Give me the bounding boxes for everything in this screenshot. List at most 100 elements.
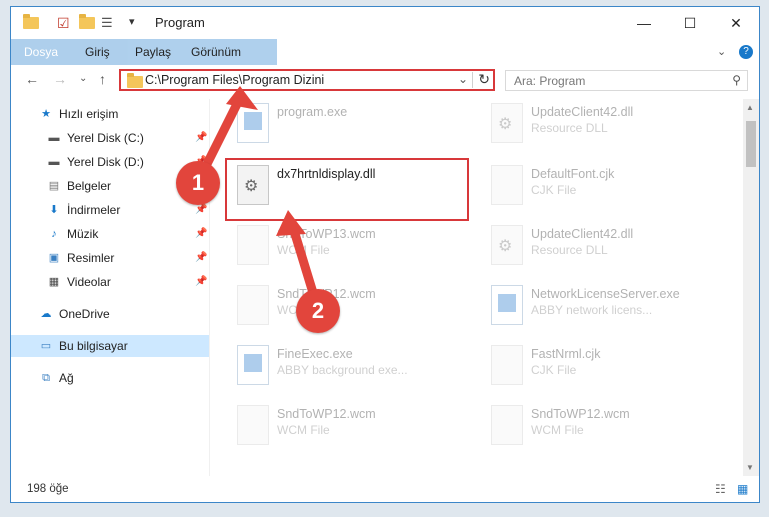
file-type: Resource DLL bbox=[531, 121, 608, 135]
maximize-button[interactable]: ☐ bbox=[667, 7, 713, 39]
list-item[interactable]: FastNrml.cjk CJK File bbox=[483, 341, 723, 391]
list-item[interactable]: DefaultFont.cjk CJK File bbox=[483, 161, 723, 211]
forward-arrow-icon[interactable]: → bbox=[53, 71, 67, 87]
sidebar-item-quick-access[interactable]: ★ Hızlı erişim bbox=[11, 103, 209, 125]
search-box[interactable]: Ara: Program ⚲ bbox=[505, 70, 748, 91]
address-bar[interactable]: C:\Program Files\Program Dizini ⌄ ↻ bbox=[119, 69, 495, 91]
pin-icon[interactable]: 📌 bbox=[195, 127, 207, 149]
file-type: CJK File bbox=[531, 363, 577, 377]
back-arrow-icon[interactable]: ← bbox=[25, 71, 39, 87]
view-options-icon[interactable]: ☰ bbox=[101, 15, 117, 31]
sidebar-item-downloads[interactable]: ⬇ İndirmeler 📌 bbox=[11, 199, 209, 221]
details-view-icon[interactable]: ☷ bbox=[715, 482, 726, 496]
list-item[interactable]: SndToWP13.wcm WCM File bbox=[229, 221, 469, 271]
file-icon bbox=[491, 405, 523, 445]
exe-file-icon bbox=[491, 285, 523, 325]
customize-toolbar-icon[interactable]: ▾ bbox=[129, 15, 145, 31]
properties-icon[interactable]: ☑ bbox=[57, 15, 73, 31]
pin-icon[interactable]: 📌 bbox=[195, 247, 207, 269]
downloads-icon: ⬇ bbox=[49, 204, 59, 216]
help-icon[interactable]: ? bbox=[739, 45, 753, 59]
list-item[interactable]: SndToWP12.wcm WCM File bbox=[229, 401, 469, 451]
file-type: WCM File bbox=[531, 423, 584, 437]
pin-icon[interactable]: 📌 bbox=[195, 271, 207, 293]
new-folder-icon[interactable] bbox=[79, 14, 95, 31]
file-icon bbox=[237, 405, 269, 445]
tab-view[interactable]: Görünüm bbox=[191, 39, 241, 65]
divider bbox=[472, 72, 473, 88]
file-type: CJK File bbox=[531, 183, 577, 197]
file-type: ABBY network licens... bbox=[531, 303, 653, 317]
list-item[interactable]: ⚙ UpdateClient42.dll Resource DLL bbox=[483, 99, 723, 149]
sidebar-item-onedrive[interactable]: ☁ OneDrive bbox=[11, 303, 209, 325]
exe-file-icon bbox=[237, 103, 269, 143]
refresh-icon[interactable]: ↻ bbox=[478, 71, 490, 88]
dll-file-icon: ⚙ bbox=[491, 103, 523, 143]
highlight-box bbox=[225, 158, 469, 221]
videos-icon: ▦ bbox=[48, 276, 60, 288]
file-icon bbox=[237, 225, 269, 265]
drive-icon: ▬ bbox=[48, 132, 60, 144]
sidebar-item-pictures[interactable]: ▣ Resimler 📌 bbox=[11, 247, 209, 269]
sidebar-item-label: Belgeler bbox=[67, 179, 112, 193]
close-button[interactable]: ✕ bbox=[713, 7, 759, 39]
sidebar-item-label: Bu bilgisayar bbox=[59, 339, 128, 353]
title-bar: ☑ ☰ ▾ Program — ☐ ✕ bbox=[11, 7, 759, 39]
file-list: program.exe ⚙ UpdateClient42.dll Resourc… bbox=[219, 99, 743, 476]
address-path[interactable]: C:\Program Files\Program Dizini bbox=[145, 73, 324, 87]
ribbon: Dosya Giriş Paylaş Görünüm ⌄ ? bbox=[11, 39, 759, 89]
list-item[interactable]: ⚙ UpdateClient42.dll Resource DLL bbox=[483, 221, 723, 271]
sidebar-item-music[interactable]: ♪ Müzik 📌 bbox=[11, 223, 209, 245]
star-icon: ★ bbox=[41, 108, 51, 120]
file-name: SndToWP12.wcm bbox=[531, 407, 630, 421]
pin-icon[interactable]: 📌 bbox=[195, 223, 207, 245]
list-item[interactable]: FineExec.exe ABBY background exe... bbox=[229, 341, 469, 391]
file-name: DefaultFont.cjk bbox=[531, 167, 615, 181]
tab-home[interactable]: Giriş bbox=[85, 39, 110, 65]
file-type: Resource DLL bbox=[531, 243, 608, 257]
sidebar-item-videos[interactable]: ▦ Videolar 📌 bbox=[11, 271, 209, 293]
file-name: program.exe bbox=[277, 105, 348, 119]
recent-locations-icon[interactable]: ⌄ bbox=[79, 73, 87, 84]
list-item[interactable]: SndToWP12.wcm WCM File bbox=[483, 401, 723, 451]
file-icon bbox=[491, 345, 523, 385]
documents-icon: ▤ bbox=[48, 180, 60, 192]
chevron-down-icon[interactable]: ⌄ bbox=[458, 72, 468, 86]
folder-icon bbox=[127, 73, 143, 88]
network-icon: ⧉ bbox=[42, 372, 50, 384]
file-name: FineExec.exe bbox=[277, 347, 353, 361]
scroll-thumb[interactable] bbox=[746, 121, 756, 167]
list-item[interactable]: program.exe bbox=[229, 99, 469, 149]
file-name: FastNrml.cjk bbox=[531, 347, 601, 361]
scroll-down-icon[interactable]: ▼ bbox=[746, 463, 754, 472]
file-type: WCM File bbox=[277, 423, 330, 437]
sidebar-item-label: Ağ bbox=[59, 371, 74, 385]
search-input[interactable]: Ara: Program bbox=[514, 74, 585, 88]
sidebar-item-network[interactable]: ⧉ Ağ bbox=[11, 367, 209, 389]
sidebar-item-disk-c[interactable]: ▬ Yerel Disk (C:) 📌 bbox=[11, 127, 209, 149]
vertical-scrollbar[interactable]: ▲ ▼ bbox=[743, 99, 759, 476]
scroll-up-icon[interactable]: ▲ bbox=[746, 103, 754, 112]
file-name: UpdateClient42.dll bbox=[531, 227, 634, 241]
chevron-down-icon[interactable]: ⌄ bbox=[717, 39, 726, 65]
tab-share[interactable]: Paylaş bbox=[135, 39, 171, 65]
drive-icon: ▬ bbox=[48, 156, 60, 168]
status-bar: 198 öğe ☷ ▦ bbox=[11, 476, 759, 502]
computer-icon: ▭ bbox=[40, 340, 52, 352]
file-icon bbox=[237, 285, 269, 325]
up-arrow-icon[interactable]: ↑ bbox=[99, 71, 106, 87]
sidebar-item-label: Yerel Disk (D:) bbox=[67, 155, 144, 169]
cloud-icon: ☁ bbox=[40, 308, 52, 320]
list-item[interactable]: NetworkLicenseServer.exe ABBY network li… bbox=[483, 281, 723, 331]
sidebar-item-this-pc[interactable]: ▭ Bu bilgisayar bbox=[11, 335, 209, 357]
file-type: WCM File bbox=[277, 243, 330, 257]
sidebar-item-label: İndirmeler bbox=[67, 203, 121, 217]
minimize-button[interactable]: — bbox=[621, 7, 667, 39]
sidebar-item-label: Videolar bbox=[67, 275, 111, 289]
step-badge-2: 2 bbox=[296, 289, 340, 333]
search-icon[interactable]: ⚲ bbox=[732, 73, 741, 87]
list-item[interactable]: SndToWP12.wcm WCM File bbox=[229, 281, 469, 331]
sidebar-item-label: Resimler bbox=[67, 251, 115, 265]
large-icons-view-icon[interactable]: ▦ bbox=[737, 482, 748, 496]
sidebar-item-label: Müzik bbox=[67, 227, 99, 241]
